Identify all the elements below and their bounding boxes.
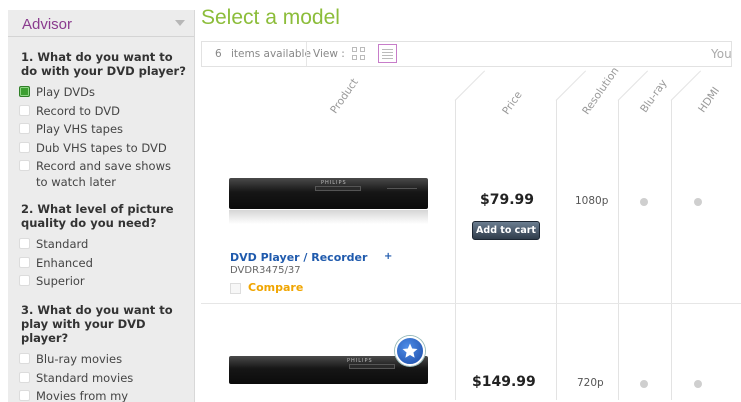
advisor-panel: Advisor 1. What do you want to do with y… xyxy=(8,10,195,402)
column-header-resolution[interactable]: Resolution xyxy=(580,65,621,117)
option-blu-ray-movies[interactable]: Blu-ray movies xyxy=(8,351,186,367)
grid-view-icon[interactable] xyxy=(352,47,366,61)
option-label: Enhanced xyxy=(36,255,93,270)
feature-dot-icon xyxy=(640,198,648,206)
compare-checkbox[interactable] xyxy=(230,283,241,294)
option-standard[interactable]: Standard xyxy=(8,236,186,252)
option-superior[interactable]: Superior xyxy=(8,273,186,289)
add-to-cart-button[interactable]: Add to cart xyxy=(472,221,540,240)
star-badge-icon xyxy=(395,336,425,366)
option-dub-vhs[interactable]: Dub VHS tapes to DVD xyxy=(8,140,186,156)
header-divider xyxy=(555,70,587,101)
column-divider xyxy=(455,100,456,400)
question-1-line-1: 1. What do you want to xyxy=(21,50,173,64)
product-price: $149.99 xyxy=(472,374,536,390)
question-3-line-1: 3. What do you want to xyxy=(21,303,173,317)
checkbox-icon[interactable] xyxy=(19,275,30,286)
checkbox-icon[interactable] xyxy=(19,390,30,401)
display-panel xyxy=(315,186,361,191)
toolbar-right-text: You xyxy=(711,47,732,61)
header-divider xyxy=(617,70,649,101)
option-enhanced[interactable]: Enhanced xyxy=(8,255,186,271)
display-panel xyxy=(349,364,395,369)
compare-label[interactable]: Compare xyxy=(248,281,303,294)
checkbox-icon[interactable] xyxy=(19,104,30,116)
brand-logo: PHILIPS xyxy=(321,180,347,186)
option-label-line-2: to watch later xyxy=(36,175,116,189)
option-label: Dub VHS tapes to DVD xyxy=(36,140,167,155)
product-reflection xyxy=(229,210,428,224)
header-divider xyxy=(454,70,486,101)
feature-dot-icon xyxy=(694,198,702,206)
collapse-arrow-icon[interactable] xyxy=(175,20,185,26)
page-title: Select a model xyxy=(201,6,340,29)
column-header-product[interactable]: Product xyxy=(328,76,361,116)
items-available-label: items available xyxy=(231,48,311,60)
question-3-line-2: play with your DVD xyxy=(21,317,146,331)
question-3-line-3: player? xyxy=(21,331,69,345)
checkbox-icon[interactable] xyxy=(19,371,30,383)
product-model: DVDR3475/37 xyxy=(230,265,301,276)
question-3: 3. What do you want to play with your DV… xyxy=(21,303,193,345)
question-1: 1. What do you want to do with your DVD … xyxy=(21,50,193,78)
expand-plus-icon[interactable]: + xyxy=(384,251,392,262)
option-label-line-1: Record and save shows xyxy=(36,159,171,173)
question-2-line-2: quality do you need? xyxy=(21,216,157,230)
front-panel-buttons xyxy=(387,188,417,195)
product-resolution: 1080p xyxy=(575,195,609,207)
column-header-price[interactable]: Price xyxy=(500,89,525,117)
column-divider xyxy=(671,100,672,400)
feature-dot-icon xyxy=(640,380,648,388)
checkbox-icon[interactable] xyxy=(19,353,30,364)
product-price: $79.99 xyxy=(480,192,535,208)
brand-logo: PHILIPS xyxy=(347,358,373,364)
checkbox-icon[interactable] xyxy=(19,141,30,153)
option-label: Standard xyxy=(36,237,89,251)
checkbox-checked-icon[interactable] xyxy=(19,86,30,97)
option-label: Standard movies xyxy=(36,370,134,385)
option-label: Blu-ray movies xyxy=(36,352,123,366)
option-standard-movies[interactable]: Standard movies xyxy=(8,370,186,386)
option-label: Record to DVD xyxy=(36,103,120,118)
advisor-header[interactable]: Advisor xyxy=(8,10,194,37)
row-divider xyxy=(201,303,741,304)
option-label: Superior xyxy=(36,274,85,288)
option-play-dvds[interactable]: Play DVDs xyxy=(8,84,186,100)
option-record-to-dvd[interactable]: Record to DVD xyxy=(8,103,186,119)
advisor-title: Advisor xyxy=(22,16,73,33)
option-label: Movies from my xyxy=(36,389,129,402)
option-label: Play DVDs xyxy=(36,85,96,99)
option-play-vhs-tapes[interactable]: Play VHS tapes xyxy=(8,121,186,137)
header-divider xyxy=(670,70,702,101)
question-2-line-1: 2. What level of picture xyxy=(21,202,174,216)
product-image-dvd-recorder[interactable]: PHILIPS xyxy=(229,178,428,209)
checkbox-icon[interactable] xyxy=(19,160,30,171)
checkbox-icon[interactable] xyxy=(19,238,30,249)
item-count: 6 xyxy=(215,48,222,60)
checkbox-icon[interactable] xyxy=(19,256,30,268)
column-divider xyxy=(618,100,619,400)
product-resolution: 720p xyxy=(577,377,604,389)
checkbox-icon[interactable] xyxy=(19,123,30,134)
feature-dot-icon xyxy=(694,380,702,388)
option-label: Play VHS tapes xyxy=(36,122,124,136)
question-2: 2. What level of picture quality do you … xyxy=(21,202,193,230)
column-divider xyxy=(556,100,557,400)
option-record-save-shows[interactable]: Record and save shows to watch later xyxy=(8,158,186,190)
column-header-blu-ray[interactable]: Blu-ray xyxy=(638,77,669,115)
product-name-link[interactable]: DVD Player / Recorder xyxy=(230,251,367,264)
question-1-line-2: do with your DVD player? xyxy=(21,64,186,78)
view-label: View : xyxy=(313,48,345,60)
results-toolbar: 6 items available View : You xyxy=(201,41,732,67)
list-view-icon[interactable] xyxy=(378,44,397,63)
column-header-hdmi[interactable]: HDMI xyxy=(696,85,722,115)
toolbar-divider xyxy=(306,42,307,66)
